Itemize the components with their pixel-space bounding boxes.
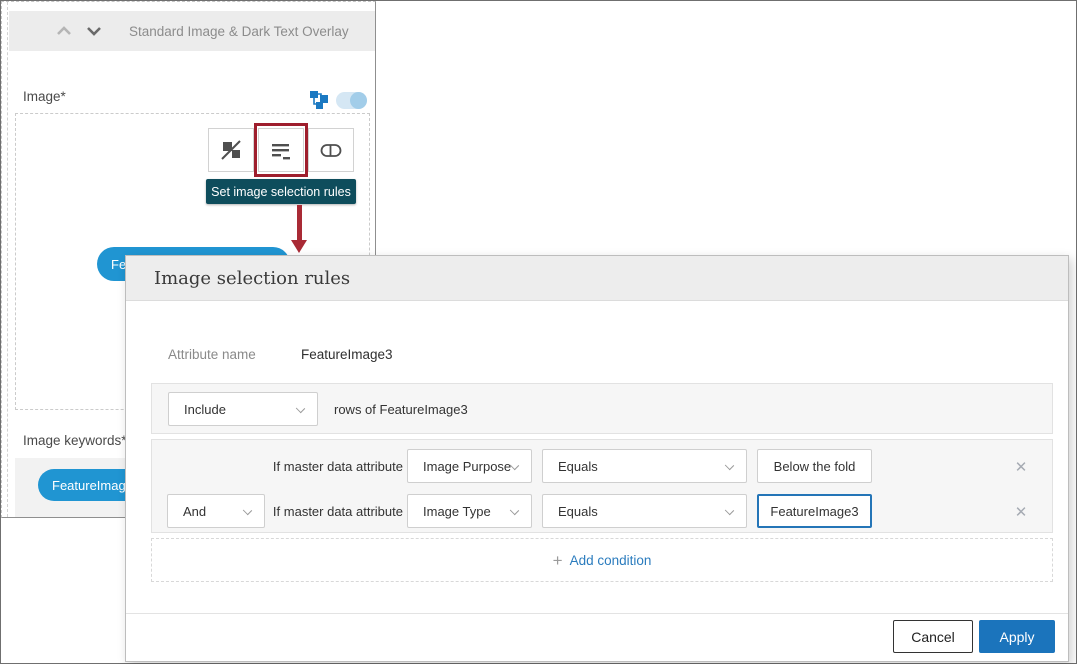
condition-value-input[interactable] [757, 494, 872, 528]
condition-prefix: If master data attribute [262, 459, 403, 474]
close-icon: ✕ [1015, 503, 1028, 521]
dialog-header: Image selection rules [126, 256, 1068, 301]
toggle-knob [350, 92, 367, 109]
comparator-dropdown[interactable]: Equals [542, 449, 747, 483]
plus-icon: + [553, 552, 563, 569]
cancel-button[interactable]: Cancel [893, 620, 973, 653]
condition-prefix: If master data attribute [262, 504, 403, 519]
screen: Standard Image & Dark Text Overlay Image… [0, 0, 1077, 664]
conditions-section: If master data attribute Image Purpose E… [151, 439, 1053, 533]
drag-handle-icon[interactable] [21, 28, 43, 35]
attribute-name-value: FeatureImage3 [301, 347, 393, 362]
tooltip: Set image selection rules [206, 179, 356, 204]
add-condition-link[interactable]: Add condition [570, 553, 652, 568]
condition-row: If master data attribute Image Purpose E… [152, 449, 1052, 483]
comparator-dropdown[interactable]: Equals [542, 494, 747, 528]
attribute-name-label: Attribute name [168, 347, 256, 362]
chevron-down-icon [243, 506, 252, 515]
attribute-dropdown[interactable]: Image Purpose [407, 449, 532, 483]
image-variants-button[interactable] [208, 128, 254, 172]
variant-toggle-button[interactable] [308, 128, 354, 172]
chevron-down-icon [296, 404, 305, 413]
condition-value-input[interactable] [757, 449, 872, 483]
keywords-field-label: Image keywords* [23, 433, 127, 448]
include-section: Include rows of FeatureImage3 [151, 383, 1053, 434]
hierarchy-icon[interactable] [308, 89, 330, 116]
chevron-down-icon [510, 506, 519, 515]
image-field-label: Image* [23, 89, 66, 104]
apply-button[interactable]: Apply [979, 620, 1055, 653]
image-selection-rules-dialog: Image selection rules Attribute name Fea… [125, 255, 1069, 662]
include-dropdown[interactable]: Include [168, 392, 318, 426]
include-suffix-text: rows of FeatureImage3 [334, 402, 468, 417]
component-header: Standard Image & Dark Text Overlay [9, 11, 375, 51]
callout-arrow [297, 205, 302, 241]
toggle-switch[interactable] [336, 92, 367, 109]
image-slash-icon [219, 138, 243, 162]
footer-divider [126, 613, 1068, 614]
remove-condition-button[interactable]: ✕ [1010, 501, 1032, 523]
component-title: Standard Image & Dark Text Overlay [129, 24, 349, 39]
chevron-down-icon[interactable] [85, 24, 103, 38]
attribute-dropdown[interactable]: Image Type [407, 494, 532, 528]
component-dashed-outline [7, 2, 8, 517]
remove-condition-button[interactable]: ✕ [1010, 456, 1032, 478]
dialog-title: Image selection rules [154, 268, 350, 289]
highlight-callout-box [254, 123, 308, 177]
callout-arrow-head [291, 240, 307, 253]
capsule-icon [319, 138, 343, 162]
operator-dropdown[interactable]: And [167, 494, 265, 528]
close-icon: ✕ [1015, 458, 1028, 476]
chevron-up-icon[interactable] [55, 24, 73, 38]
chevron-down-icon [510, 461, 519, 470]
add-condition-row[interactable]: + Add condition [151, 538, 1053, 582]
chevron-down-icon [725, 506, 734, 515]
chevron-down-icon [725, 461, 734, 470]
condition-row: And If master data attribute Image Type … [152, 494, 1052, 528]
